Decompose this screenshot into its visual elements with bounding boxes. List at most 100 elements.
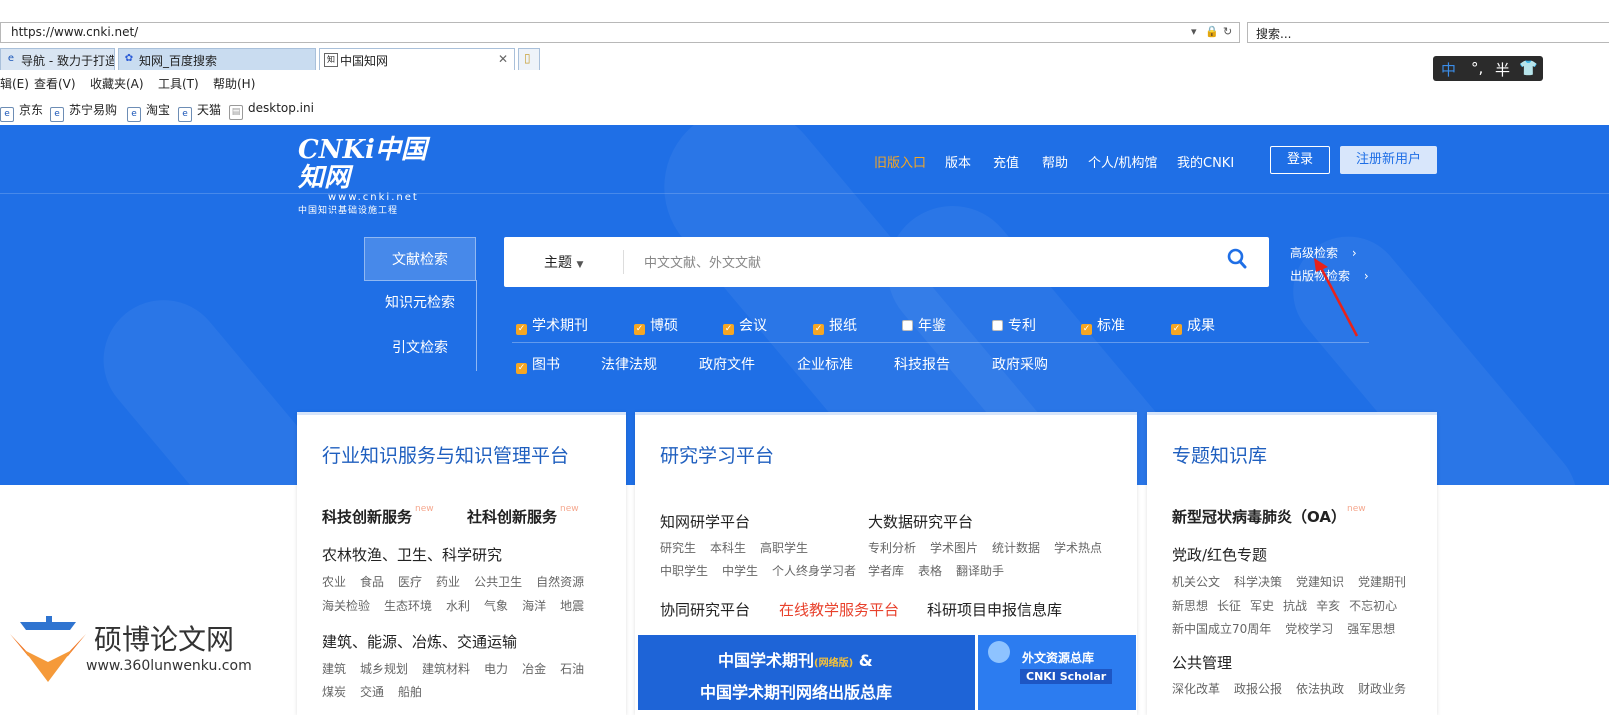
industry-link[interactable]: 建筑材料 (422, 662, 470, 676)
cnki-logo[interactable]: CNKi中国知网 www.cnki.net 中国知识基础设施工程 (298, 136, 438, 216)
online-teaching-link[interactable]: 在线教学服务平台 (779, 599, 899, 620)
research-link[interactable]: 统计数据 (992, 541, 1040, 555)
address-bar[interactable]: https://www.cnki.net/ ▾ 🔒 ↻ (0, 22, 1240, 43)
nav-personal[interactable]: 个人/机构馆 (1088, 152, 1157, 171)
tab-knowledge-search[interactable]: 知识元检索 (364, 281, 476, 325)
fav-suning[interactable]: e 苏宁易购 (50, 101, 117, 122)
nav-recharge[interactable]: 充值 (993, 152, 1019, 171)
login-button[interactable]: 登录 (1270, 146, 1330, 174)
menu-help[interactable]: 帮助(H) (213, 75, 255, 92)
ime-lang[interactable]: 中 (1441, 59, 1456, 80)
project-database-link[interactable]: 科研项目申报信息库 (927, 599, 1062, 620)
research-link[interactable]: 专利分析 (868, 541, 916, 555)
industry-link[interactable]: 生态环境 (384, 599, 432, 613)
academic-journal-banner[interactable]: 中国学术期刊(网络版) & 中国学术期刊网络出版总库 (638, 635, 975, 710)
filter-gov-docs[interactable]: 政府文件 (699, 354, 755, 374)
checkbox-checked-icon[interactable]: ✓ (516, 363, 527, 374)
topic-link[interactable]: 党建期刊 (1358, 575, 1406, 589)
industry-link[interactable]: 地震 (560, 599, 584, 613)
search-input[interactable]: 中文文献、外文文献 (644, 252, 761, 271)
topic-link[interactable]: 科学决策 (1234, 575, 1282, 589)
research-link[interactable]: 中职学生 (660, 564, 708, 578)
topic-link[interactable]: 新中国成立70周年 (1172, 622, 1271, 636)
industry-link[interactable]: 农业 (322, 575, 346, 589)
research-link[interactable]: 学术热点 (1054, 541, 1102, 555)
topic-link[interactable]: 依法执政 (1296, 682, 1344, 696)
tab-citation-search[interactable]: 引文检索 (364, 326, 476, 370)
filter-newspapers[interactable]: ✓ 报纸 (813, 315, 857, 335)
industry-link[interactable]: 建筑 (322, 662, 346, 676)
research-link[interactable]: 研究生 (660, 541, 696, 555)
filter-gov-procurement[interactable]: 政府采购 (992, 354, 1048, 374)
fav-tmall[interactable]: e 天猫 (178, 101, 221, 122)
industry-link[interactable]: 海洋 (522, 599, 546, 613)
bigdata-platform-link[interactable]: 大数据研究平台 (868, 511, 973, 532)
tab-literature-search[interactable]: 文献检索 (364, 237, 476, 281)
industry-link[interactable]: 电力 (484, 662, 508, 676)
topic-link[interactable]: 长征 (1217, 599, 1241, 613)
research-link[interactable]: 中学生 (722, 564, 758, 578)
close-tab-icon[interactable]: ✕ (498, 52, 508, 66)
menu-tools[interactable]: 工具(T) (158, 75, 199, 92)
industry-link[interactable]: 食品 (360, 575, 384, 589)
zhiwang-research-link[interactable]: 知网研学平台 (660, 511, 750, 532)
menu-view[interactable]: 查看(V) (34, 75, 76, 92)
tech-innovation-link[interactable]: 科技创新服务 (322, 506, 412, 527)
skin-shirt-icon[interactable]: 👕 (1519, 59, 1538, 77)
browser-search-box[interactable]: 搜索... (1247, 22, 1609, 43)
covid-oa-link[interactable]: 新型冠状病毒肺炎（OA） (1172, 506, 1346, 527)
register-button[interactable]: 注册新用户 (1340, 146, 1437, 174)
industry-link[interactable]: 医疗 (398, 575, 422, 589)
topic-link[interactable]: 党建知识 (1296, 575, 1344, 589)
research-link[interactable]: 个人终身学习者 (772, 564, 856, 578)
topic-link[interactable]: 机关公文 (1172, 575, 1220, 589)
topic-link[interactable]: 抗战 (1283, 599, 1307, 613)
fav-jd[interactable]: e 京东 (0, 101, 43, 122)
search-field-select[interactable]: 主题 ▼ (544, 252, 583, 272)
industry-link[interactable]: 气象 (484, 599, 508, 613)
filter-books[interactable]: ✓ 图书 (516, 354, 560, 374)
filter-patents[interactable]: 专利 (992, 315, 1036, 335)
filter-enterprise-standards[interactable]: 企业标准 (797, 354, 853, 374)
research-link[interactable]: 翻译助手 (956, 564, 1004, 578)
tab-cnki[interactable]: 知 中国知网 ✕ (319, 48, 515, 70)
ime-width[interactable]: 半 (1495, 59, 1510, 80)
research-link[interactable]: 高职学生 (760, 541, 808, 555)
filter-conferences[interactable]: ✓ 会议 (723, 315, 767, 335)
nav-help[interactable]: 帮助 (1042, 152, 1068, 171)
filter-yearbooks[interactable]: 年鉴 (902, 315, 946, 335)
filter-laws[interactable]: 法律法规 (601, 354, 657, 374)
topic-link[interactable]: 政报公报 (1234, 682, 1282, 696)
new-tab-button[interactable]: ▯ (518, 48, 540, 70)
nav-edition[interactable]: 版本 (945, 152, 971, 171)
checkbox-checked-icon[interactable]: ✓ (723, 324, 734, 335)
filter-standards[interactable]: ✓ 标准 (1081, 315, 1125, 335)
collab-research-link[interactable]: 协同研究平台 (660, 599, 750, 620)
ime-toolbar[interactable]: 中 °, 半 👕 (1433, 56, 1543, 81)
foreign-resources-banner[interactable]: 外文资源总库 CNKI Scholar (978, 635, 1136, 710)
filter-tech-reports[interactable]: 科技报告 (894, 354, 950, 374)
topic-link[interactable]: 军史 (1250, 599, 1274, 613)
tab-nav[interactable]: e 导航 - 致力于打造百... (0, 48, 115, 70)
research-link[interactable]: 表格 (918, 564, 942, 578)
checkbox-checked-icon[interactable]: ✓ (516, 324, 527, 335)
menu-edit[interactable]: 辑(E) (0, 75, 29, 92)
checkbox-unchecked-icon[interactable] (902, 320, 913, 331)
filter-theses[interactable]: ✓ 博硕 (634, 315, 678, 335)
industry-link[interactable]: 交通 (360, 685, 384, 699)
topic-link[interactable]: 不忘初心 (1349, 599, 1397, 613)
research-link[interactable]: 本科生 (710, 541, 746, 555)
industry-link[interactable]: 冶金 (522, 662, 546, 676)
industry-link[interactable]: 煤炭 (322, 685, 346, 699)
topic-link[interactable]: 党校学习 (1285, 622, 1333, 636)
fav-desktop-ini[interactable]: ▤ desktop.ini (229, 101, 314, 120)
ime-punct[interactable]: °, (1471, 59, 1483, 77)
refresh-icon[interactable]: ↻ (1223, 25, 1232, 38)
tab-baidu[interactable]: ✿ 知网_百度搜索 (118, 48, 316, 70)
checkbox-checked-icon[interactable]: ✓ (813, 324, 824, 335)
checkbox-checked-icon[interactable]: ✓ (634, 324, 645, 335)
checkbox-unchecked-icon[interactable] (992, 320, 1003, 331)
research-link[interactable]: 学者库 (868, 564, 904, 578)
topic-link[interactable]: 新思想 (1172, 599, 1208, 613)
industry-link[interactable]: 水利 (446, 599, 470, 613)
